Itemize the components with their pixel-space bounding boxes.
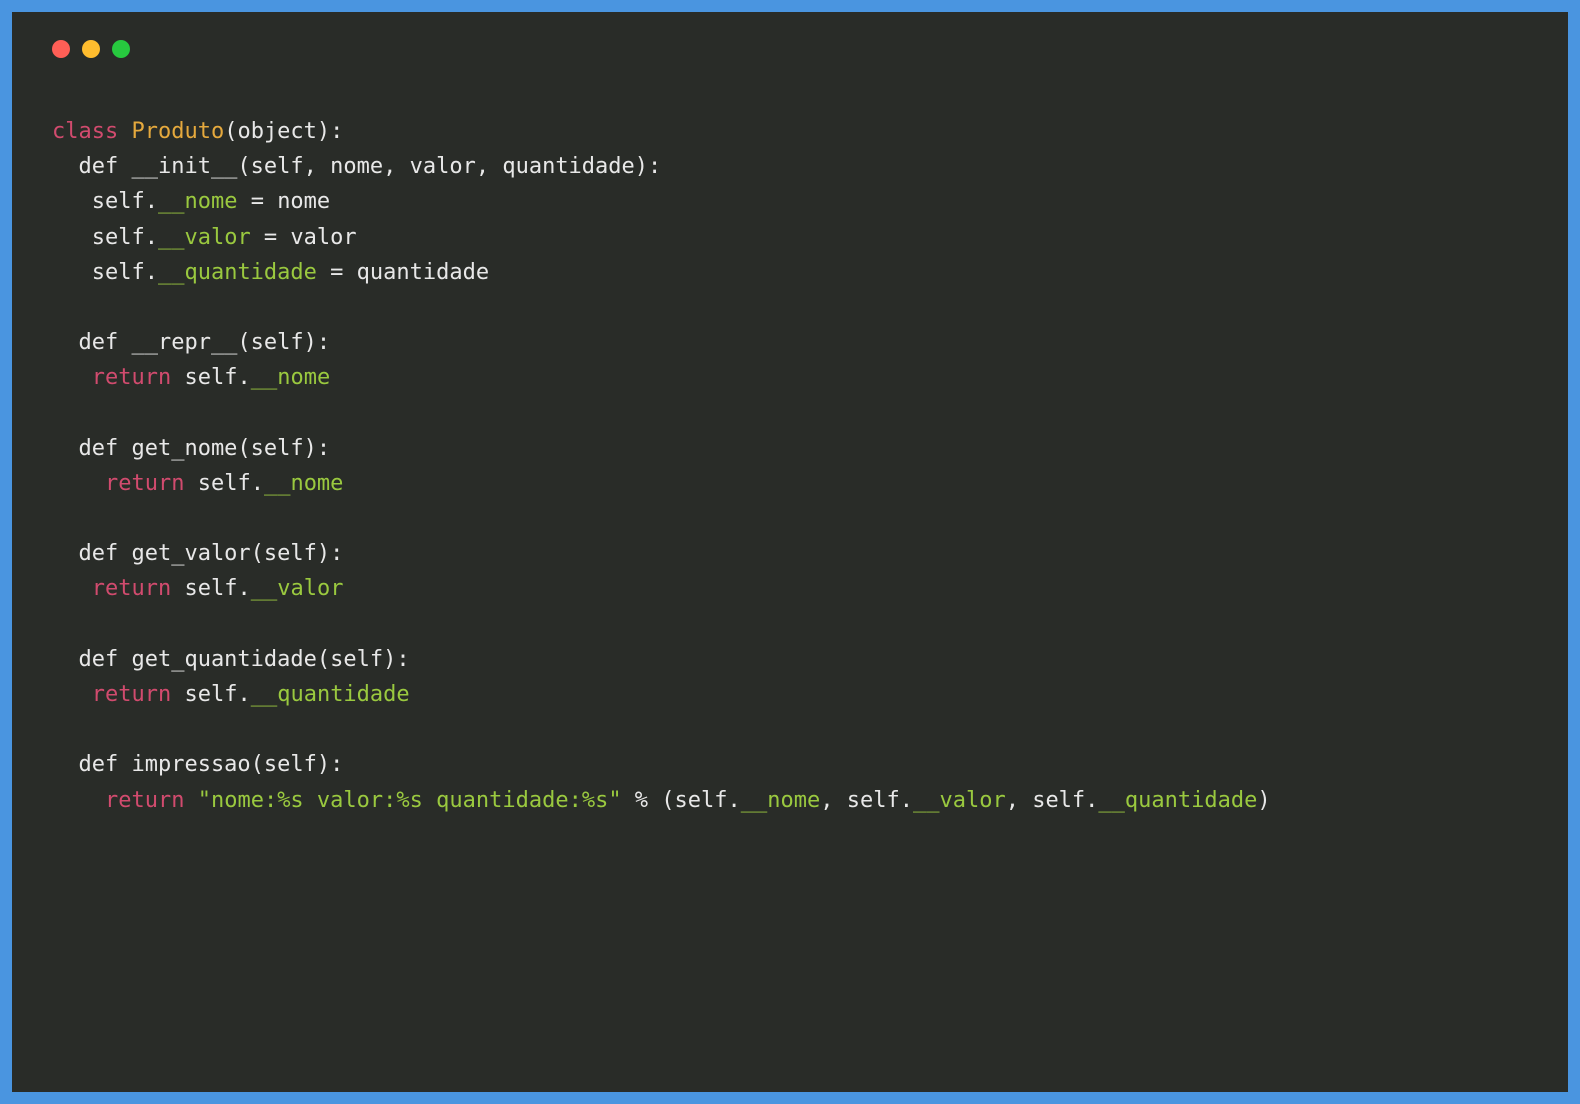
code-token-attr: __nome — [264, 471, 343, 496]
code-window: class Produto(object): def __init__(self… — [12, 12, 1568, 1092]
minimize-icon[interactable] — [82, 40, 100, 58]
code-block[interactable]: class Produto(object): def __init__(self… — [52, 114, 1528, 818]
code-token-attr: __quantidade — [251, 682, 410, 707]
code-token-kw: return — [105, 788, 184, 813]
code-token-kw: return — [92, 682, 171, 707]
code-token-kw: return — [105, 471, 184, 496]
code-token-attr: __valor — [913, 788, 1006, 813]
code-token-kw: return — [92, 365, 171, 390]
code-token-kw: class — [52, 119, 131, 144]
maximize-icon[interactable] — [112, 40, 130, 58]
window-titlebar — [52, 40, 1528, 58]
code-token-classname: Produto — [131, 119, 224, 144]
code-token-attr: __nome — [251, 365, 330, 390]
code-token-attr: __valor — [251, 576, 344, 601]
close-icon[interactable] — [52, 40, 70, 58]
code-token-attr: __quantidade — [158, 260, 317, 285]
code-token-attr: __quantidade — [1098, 788, 1257, 813]
code-token-attr: __nome — [741, 788, 820, 813]
code-token-attr: __valor — [158, 225, 251, 250]
code-token-attr: __nome — [158, 189, 237, 214]
code-token-kw: return — [92, 576, 171, 601]
code-token-str: "nome:%s valor:%s quantidade:%s" — [198, 788, 622, 813]
